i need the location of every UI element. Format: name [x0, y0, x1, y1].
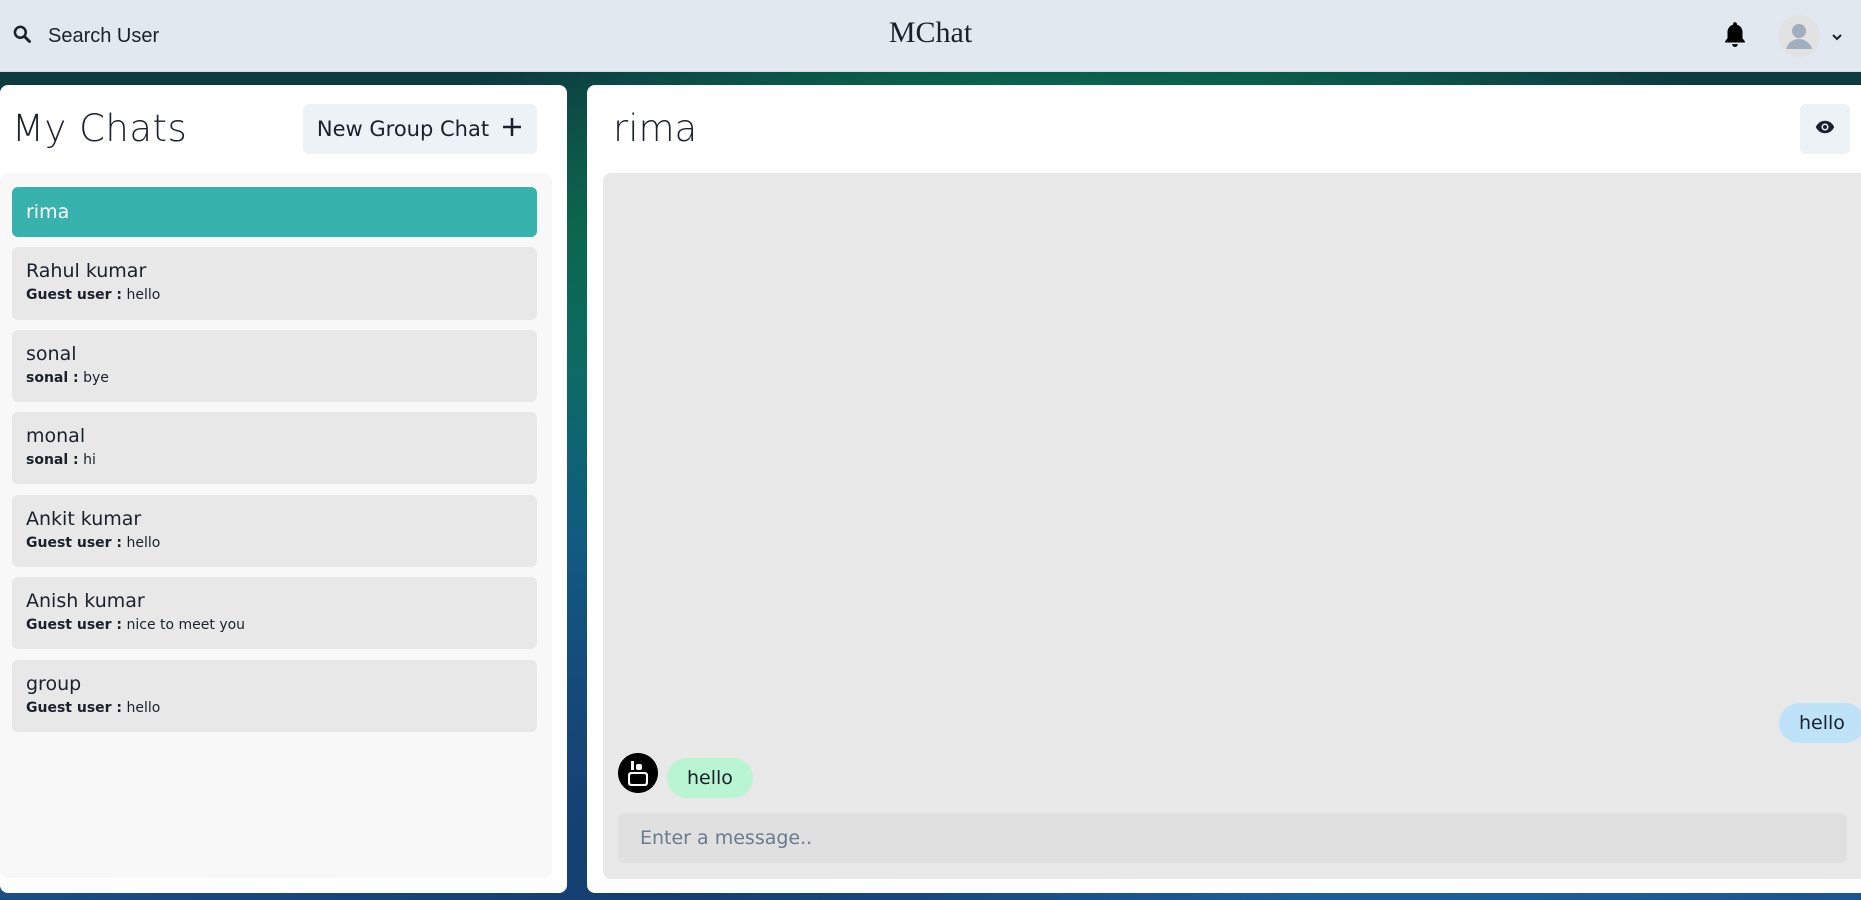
message-bubble-received: hello	[667, 758, 753, 798]
chat-name: monal	[26, 425, 86, 447]
chat-item[interactable]: monal sonal : hi	[12, 412, 537, 484]
latest-message: Guest user : nice to meet you	[26, 616, 523, 634]
app-title: MChat	[888, 16, 973, 49]
latest-message: Guest user : hello	[26, 699, 523, 717]
plus-icon	[501, 116, 523, 143]
chat-name: sonal	[26, 343, 77, 365]
top-bar: Search User MChat	[0, 0, 1861, 72]
chat-name: group	[26, 673, 82, 695]
message-input[interactable]	[618, 813, 1847, 863]
chat-name: Ankit kumar	[26, 508, 142, 530]
sender-avatar[interactable]	[618, 753, 658, 793]
chat-name: rima	[26, 201, 70, 223]
new-group-chat-button[interactable]: New Group Chat	[303, 104, 537, 154]
latest-message-sender: sonal :	[26, 370, 79, 386]
latest-message-text: hello	[126, 700, 161, 716]
chat-item[interactable]: Ankit kumar Guest user : hello	[12, 495, 537, 567]
chat-item[interactable]: Rahul kumar Guest user : hello	[12, 247, 537, 320]
latest-message: sonal : bye	[26, 369, 523, 387]
user-avatar-icon	[1778, 15, 1820, 57]
eye-icon	[1815, 117, 1835, 141]
latest-message-text: nice to meet you	[126, 617, 246, 633]
chat-panel: rima hello hello	[587, 85, 1861, 893]
latest-message-sender: Guest user :	[26, 700, 123, 716]
view-profile-button[interactable]	[1800, 104, 1850, 154]
chat-item[interactable]: Anish kumar Guest user : nice to meet yo…	[12, 577, 537, 649]
latest-message-text: hello	[126, 535, 161, 551]
new-group-chat-label: New Group Chat	[316, 117, 490, 141]
latest-message-sender: sonal :	[26, 452, 79, 468]
chat-title: rima	[613, 107, 698, 150]
chat-item-rima[interactable]: rima	[12, 187, 537, 237]
chat-name: Anish kumar	[26, 590, 145, 612]
chat-item[interactable]: group Guest user : hello	[12, 660, 537, 732]
messages-area: hello hello	[603, 173, 1861, 879]
profile-menu-button[interactable]	[1778, 14, 1844, 58]
chevron-down-icon	[1830, 29, 1844, 43]
latest-message-text: hello	[126, 287, 161, 303]
my-chats-panel: My Chats New Group Chat rima Rahul kumar…	[0, 85, 567, 893]
latest-message: Guest user : hello	[26, 534, 523, 552]
my-chats-title: My Chats	[12, 107, 188, 150]
chat-name: Rahul kumar	[26, 260, 147, 282]
latest-message-text: bye	[83, 370, 109, 386]
latest-message-sender: Guest user :	[26, 287, 123, 303]
latest-message-sender: Guest user :	[26, 617, 123, 633]
message-bubble-sent: hello	[1779, 703, 1861, 743]
latest-message-sender: Guest user :	[26, 535, 123, 551]
latest-message: Guest user : hello	[26, 286, 523, 304]
bell-icon[interactable]	[1722, 20, 1748, 50]
latest-message: sonal : hi	[26, 451, 523, 469]
latest-message-text: hi	[83, 452, 96, 468]
chat-item[interactable]: sonal sonal : bye	[12, 330, 537, 402]
chat-list: rima Rahul kumar Guest user : hello sona…	[0, 173, 552, 878]
